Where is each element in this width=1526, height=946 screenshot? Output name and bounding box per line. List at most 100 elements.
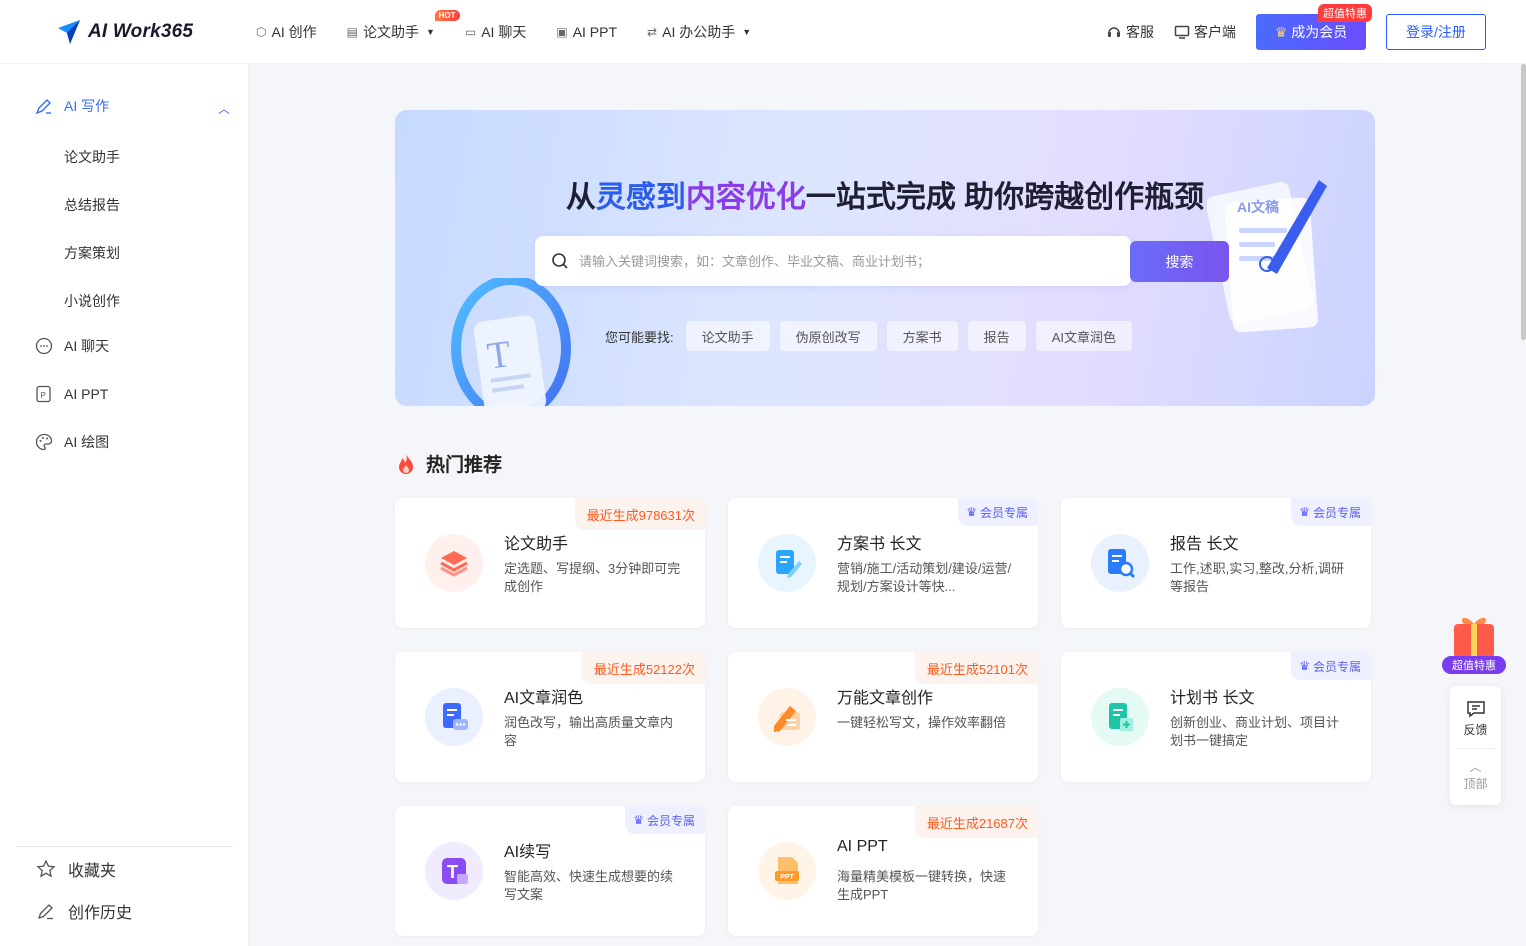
crown-icon: ♛: [1274, 23, 1288, 40]
caret-down-icon: ▼: [425, 27, 435, 37]
back-to-top-button[interactable]: ︿ 顶部: [1450, 758, 1501, 792]
hot-recommend-title: 热门推荐: [396, 450, 502, 477]
suggestion-chip[interactable]: 伪原创改写: [779, 321, 877, 351]
customer-service-link[interactable]: 客服: [1106, 22, 1154, 42]
svg-text:PPT: PPT: [780, 874, 794, 881]
sidebar-item-label: AI PPT: [64, 386, 109, 402]
vip-label: 成为会员: [1291, 24, 1348, 40]
svg-text:T: T: [447, 862, 458, 882]
monitor-icon: [1174, 25, 1190, 39]
generation-count-tag: 最近生成978631次: [574, 498, 705, 530]
nav-office-assistant[interactable]: ⇄ AI 办公助手 ▼: [647, 22, 751, 42]
feature-card[interactable]: AI文章润色 润色改写，输出高质量文章内容 最近生成52122次: [395, 652, 705, 782]
sidebar-item-ai-writing[interactable]: AI 写作: [34, 96, 109, 116]
card-title: 万能文章创作: [837, 690, 934, 707]
service-label: 客服: [1126, 24, 1154, 40]
card-icon-wrap: [758, 534, 816, 592]
sidebar-history[interactable]: 创作历史: [36, 899, 132, 923]
feature-card[interactable]: 计划书 长文 创新创业、商业计划、项目计划书一键搞定 ♛ 会员专属: [1061, 652, 1371, 782]
feature-card[interactable]: T AI续写 智能高效、快速生成想要的续写文案 ♛ 会员专属: [395, 806, 705, 936]
gift-label: 超值特惠: [1452, 658, 1496, 672]
report-search-icon: [1108, 549, 1136, 579]
section-title-text: 热门推荐: [426, 455, 503, 476]
nav-label: AI 创作: [271, 24, 317, 40]
sidebar-item-ai-draw[interactable]: AI 绘图: [34, 432, 109, 452]
main-nav: ⬡ AI 创作 ▤ 论文助手 ▼ HOT ▭ AI 聊天 ▣ AI PPT ⇄ …: [256, 0, 781, 64]
sidebar-item-ai-chat[interactable]: AI 聊天: [34, 336, 109, 356]
chat-icon: ▭: [464, 25, 477, 39]
banner-title: 从灵感到内容优化一站式完成 助你跨越创作瓶颈: [395, 172, 1375, 216]
card-icon-wrap: [1091, 534, 1149, 592]
feedback-icon: [1466, 701, 1485, 718]
swap-icon: ⇄: [647, 25, 658, 39]
card-description: 一键轻松写文，操作效率翻倍: [837, 715, 1007, 730]
top-header: AI Work365 ⬡ AI 创作 ▤ 论文助手 ▼ HOT ▭ AI 聊天 …: [0, 0, 1526, 64]
nav-ai-create[interactable]: ⬡ AI 创作: [256, 22, 317, 42]
chevron-up-icon: ︿: [1469, 760, 1482, 774]
page-scrollbar[interactable]: [1521, 64, 1526, 340]
nav-paper-assistant[interactable]: ▤ 论文助手 ▼ HOT: [347, 10, 460, 42]
history-label: 创作历史: [68, 905, 133, 922]
card-icon-wrap: PPT: [758, 842, 816, 900]
palette-icon: [35, 433, 53, 451]
card-icon-wrap: [758, 688, 816, 746]
generation-count-tag: 最近生成21687次: [914, 806, 1038, 838]
feature-card[interactable]: PPT AI PPT 海量精美模板一键转换，快速生成PPT 最近生成21687次: [728, 806, 1038, 936]
title-post: 一站式完成 助你跨越创作瓶颈: [805, 181, 1205, 214]
sidebar-sub-novel[interactable]: 小说创作: [64, 291, 120, 311]
card-description: 定选题、写提纲、3分钟即可完成创作: [504, 561, 681, 594]
nav-label: AI 聊天: [481, 24, 527, 40]
chat-bubble-icon: [35, 337, 53, 355]
search-input[interactable]: [579, 236, 1119, 286]
nav-ai-chat[interactable]: ▭ AI 聊天: [465, 22, 526, 42]
doc-chat-icon: [443, 703, 468, 730]
card-title: AI文章润色: [504, 690, 584, 707]
plan-doc-icon: [1109, 703, 1133, 731]
feedback-label: 反馈: [1463, 723, 1488, 737]
ppt-icon: ▣: [556, 25, 568, 39]
card-description: 创新创业、商业计划、项目计划书一键搞定: [1170, 715, 1340, 748]
sidebar: AI 写作 ︿ 论文助手 总结报告 方案策划 小说创作 AI 聊天 P AI P…: [0, 64, 249, 946]
client-download-link[interactable]: 客户端: [1174, 22, 1236, 42]
feature-card[interactable]: 论文助手 定选题、写提纲、3分钟即可完成创作 最近生成978631次: [395, 498, 705, 628]
suggestion-chip[interactable]: AI文章润色: [1035, 321, 1132, 351]
suggest-label: 您可能要找:: [605, 329, 674, 345]
vip-only-tag: ♛ 会员专属: [1291, 652, 1371, 680]
card-title: AI PPT: [837, 838, 888, 855]
search-icon: [552, 253, 568, 269]
suggestion-chip[interactable]: 方案书: [886, 321, 958, 351]
cube-icon: ⬡: [256, 25, 267, 39]
generation-count-tag: 最近生成52101次: [914, 652, 1038, 684]
feedback-button[interactable]: 反馈: [1450, 700, 1501, 738]
sidebar-sub-paper[interactable]: 论文助手: [64, 147, 120, 167]
card-title: AI续写: [504, 844, 552, 861]
login-register-button[interactable]: 登录/注册: [1386, 14, 1486, 50]
chevron-up-icon[interactable]: ︿: [218, 100, 230, 117]
suggestion-chip[interactable]: 报告: [967, 321, 1026, 351]
suggestion-chip[interactable]: 论文助手: [685, 321, 770, 351]
card-title: 计划书 长文: [1170, 690, 1255, 707]
search-button[interactable]: 搜索: [1130, 241, 1229, 282]
gift-promo-icon[interactable]: 超值特惠: [1440, 612, 1508, 676]
sidebar-divider: [16, 846, 233, 847]
star-icon: [36, 859, 56, 878]
card-description: 营销/施工/活动策划/建设/运营/规划/方案设计等快...: [837, 561, 1012, 594]
nav-ai-ppt[interactable]: ▣ AI PPT: [556, 24, 617, 40]
sidebar-favorites[interactable]: 收藏夹: [36, 857, 116, 881]
crown-icon: ♛: [1299, 659, 1310, 673]
vip-tag-text: 会员专属: [646, 813, 695, 828]
vip-only-tag: ♛ 会员专属: [625, 806, 705, 834]
logo[interactable]: AI Work365: [56, 18, 193, 46]
feature-card[interactable]: 报告 长文 工作,述职,实习,整改,分析,调研等报告 ♛ 会员专属: [1061, 498, 1371, 628]
feature-card[interactable]: 万能文章创作 一键轻松写文，操作效率翻倍 最近生成52101次: [728, 652, 1038, 782]
sidebar-sub-report[interactable]: 总结报告: [64, 195, 120, 215]
sidebar-sub-plan[interactable]: 方案策划: [64, 243, 120, 263]
sidebar-item-ai-ppt[interactable]: P AI PPT: [34, 384, 108, 404]
vip-only-tag: ♛ 会员专属: [1291, 498, 1371, 526]
sidebar-item-label: AI 聊天: [64, 338, 110, 354]
logo-text: AI Work365: [88, 21, 194, 42]
top-label: 顶部: [1463, 777, 1488, 791]
feature-card[interactable]: 方案书 长文 营销/施工/活动策划/建设/运营/规划/方案设计等快... ♛ 会员…: [728, 498, 1038, 628]
become-vip-button[interactable]: ♛ 成为会员 超值特惠: [1256, 4, 1372, 50]
text-continue-icon: T: [442, 858, 468, 884]
